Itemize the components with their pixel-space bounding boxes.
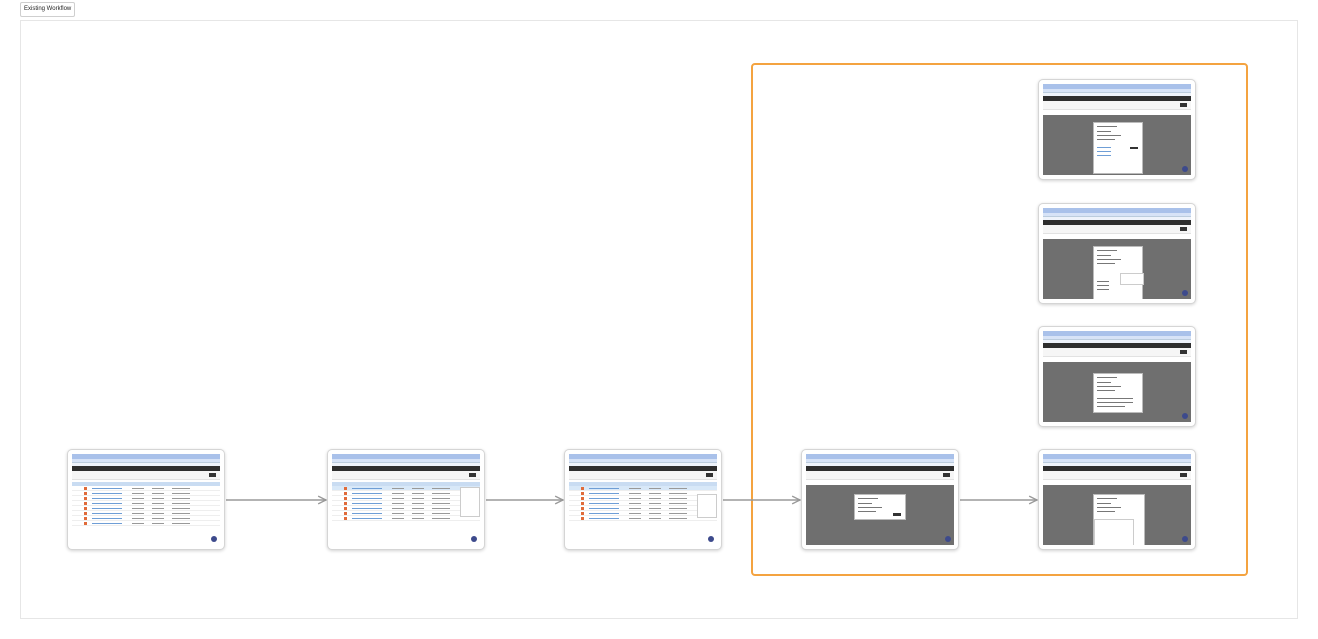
thumbnail-content [72,454,220,545]
modal-dialog [1093,373,1143,413]
thumbnail-content [1043,454,1191,545]
help-fab-icon [1182,290,1188,296]
thumbnail-content [332,454,480,545]
thumbnail-content [1043,331,1191,422]
help-fab-icon [1182,166,1188,172]
screenshot-step-4[interactable] [801,449,959,550]
board-title[interactable]: Existing Workflow [20,2,76,17]
dropdown-list [1120,273,1144,285]
modal-dialog [854,494,906,520]
help-fab-icon [708,536,714,542]
canvas: Existing Workflow [0,0,1318,639]
thumbnail-content [569,454,717,545]
help-fab-icon [945,536,951,542]
modal-dialog [1093,122,1143,174]
screenshot-step-1[interactable] [67,449,225,550]
screenshot-step-5[interactable] [1038,449,1196,550]
thumbnail-content [806,454,954,545]
row-context-menu [460,487,480,517]
modal-dialog [1093,494,1145,545]
dropdown-list [1094,519,1134,545]
thumbnail-content [1043,84,1191,175]
modal-dialog [1093,246,1144,299]
screenshot-step-3[interactable] [564,449,722,550]
screenshot-step-7[interactable] [1038,203,1196,304]
screenshot-step-2[interactable] [327,449,485,550]
screenshot-step-8[interactable] [1038,326,1196,427]
screenshot-step-6[interactable] [1038,79,1196,180]
row-context-menu [697,494,717,518]
thumbnail-content [1043,208,1191,299]
help-fab-icon [1182,536,1188,542]
help-fab-icon [471,536,477,542]
help-fab-icon [211,536,217,542]
help-fab-icon [1182,413,1188,419]
